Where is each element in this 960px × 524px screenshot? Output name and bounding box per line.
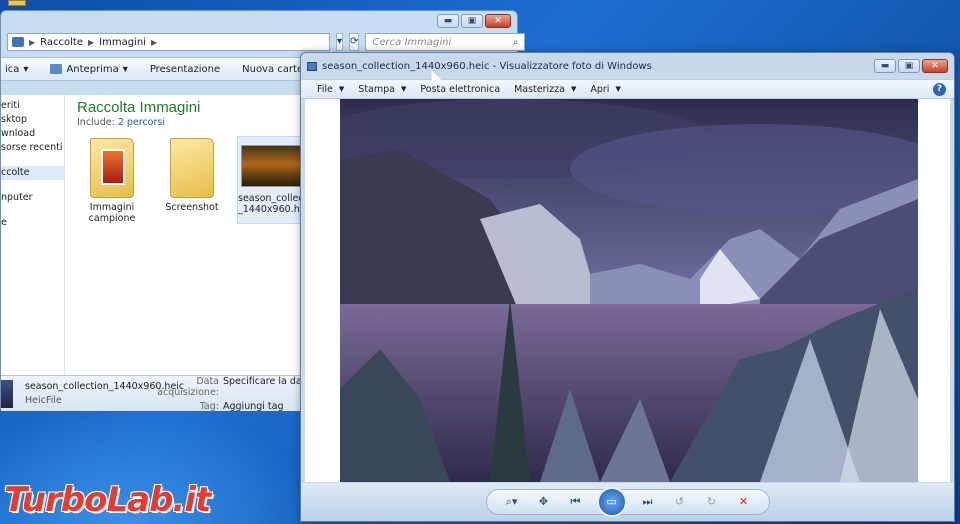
address-bar[interactable]: ▶ Raccolte ▶ Immagini ▶ [7, 33, 330, 51]
maximize-icon[interactable]: ▣ [898, 59, 920, 73]
image-thumbnail [241, 145, 303, 187]
toolbar-preview[interactable]: Anteprima ▾ [50, 63, 128, 75]
menu-burn[interactable]: Masterizza ▼ [514, 84, 576, 95]
chevron-down-icon: ▾ [23, 63, 29, 75]
search-placeholder: Cerca Immagini [372, 36, 452, 48]
previous-icon[interactable]: ⏮ [565, 493, 587, 511]
date-label: Data acquisizione: [157, 375, 219, 398]
folder-icon [90, 138, 134, 198]
delete-icon[interactable]: ✕ [733, 493, 755, 511]
navigation-pane: eriti sktop wnload sorse recenti ccolte … [1, 95, 65, 375]
zoom-icon[interactable]: ⌕▾ [501, 493, 523, 511]
nav-item-recent[interactable]: sorse recenti [1, 141, 64, 155]
search-input[interactable]: Cerca Immagini ⌕ [365, 33, 526, 51]
viewer-menubar: File ▼ Stampa ▼ Posta elettronica Masteriz… [301, 79, 954, 99]
watermark-logo: TurboLab.it [4, 480, 211, 520]
menu-burn-label: Masterizza [514, 83, 565, 95]
details-file: season_collection_1440x960.heic HeicFile [25, 381, 185, 406]
chevron-down-icon: ▼ [338, 85, 345, 93]
include-link[interactable]: 2 percorsi [118, 117, 165, 128]
breadcrumb-separator[interactable]: ▶ [88, 38, 94, 47]
chevron-down-icon: ▼ [400, 85, 407, 93]
file-label: Immagini campione [88, 202, 136, 224]
viewer-canvas [305, 99, 950, 482]
photo-viewer-icon [307, 61, 317, 71]
rotate-left-icon[interactable]: ↺ [669, 493, 691, 511]
menu-email-label: Posta elettronica [420, 83, 501, 95]
file-item-heic[interactable]: season_collection _1440x960.heic [237, 136, 322, 224]
folder-icon [170, 138, 214, 198]
desktop-folder-icon[interactable] [8, 0, 26, 6]
file-item-sample-pictures[interactable]: Immagini campione [77, 136, 147, 224]
preview-icon [50, 64, 63, 74]
breadcrumb-immagini[interactable]: Immagini [99, 37, 146, 48]
details-thumbnail [1, 379, 13, 408]
close-icon[interactable]: ✕ [485, 14, 511, 28]
chevron-down-icon: ▼ [570, 85, 577, 93]
menu-email[interactable]: Posta elettronica [420, 84, 500, 95]
tag-label: Tag: [199, 400, 219, 412]
displayed-photo [340, 99, 918, 482]
slideshow-icon[interactable]: ▭ [596, 487, 627, 517]
landscape-image [340, 99, 918, 482]
menu-file[interactable]: File ▼ [317, 84, 344, 95]
refresh-icon[interactable]: ⟳ [349, 33, 360, 51]
help-icon[interactable]: ? [933, 83, 946, 96]
toolbar-organize[interactable]: ica ▾ [5, 64, 28, 75]
rotate-right-icon[interactable]: ↻ [701, 493, 723, 511]
menu-print[interactable]: Stampa ▼ [358, 84, 406, 95]
minimize-icon[interactable]: ▬ [874, 59, 896, 73]
minimize-icon[interactable]: ▬ [437, 14, 459, 28]
viewer-caption-buttons: ▬ ▣ ✕ [874, 59, 948, 73]
address-row: ▶ Raccolte ▶ Immagini ▶ ▾ ⟳ Cerca Immagi… [1, 31, 526, 53]
toolbar-slideshow[interactable]: Presentazione [150, 64, 220, 75]
nav-item-favorites[interactable]: eriti [1, 99, 64, 113]
details-filetype: HeicFile [25, 395, 62, 406]
close-icon[interactable]: ✕ [922, 59, 948, 73]
window-title: season_collection_1440x960.heic - Visual… [322, 60, 652, 72]
breadcrumb-separator[interactable]: ▶ [151, 38, 157, 47]
include-label: Include: [77, 117, 115, 128]
slideshow-label: Presentazione [149, 63, 221, 75]
nav-item-network[interactable]: e [1, 216, 64, 230]
viewer-titlebar[interactable]: season_collection_1440x960.heic - Visual… [301, 53, 954, 79]
menu-print-label: Stampa [358, 83, 395, 95]
maximize-icon[interactable]: ▣ [461, 14, 483, 28]
nav-item-download[interactable]: wnload [1, 127, 64, 141]
actual-size-icon[interactable]: ✥ [533, 493, 555, 511]
details-filename: season_collection_1440x960.heic [25, 381, 185, 392]
search-icon: ⌕ [512, 36, 519, 48]
nav-item-computer[interactable]: nputer [1, 191, 64, 205]
chevron-down-icon: ▼ [615, 85, 621, 93]
viewer-control-group: ⌕▾ ✥ ⏮ ▭ ⏭ ↺ ↻ ✕ [485, 487, 770, 517]
address-dropdown-icon[interactable]: ▾ [336, 33, 344, 51]
menu-file-label: File [317, 83, 333, 95]
next-icon[interactable]: ⏭ [637, 493, 659, 511]
file-item-screenshot[interactable]: Screenshot [157, 136, 227, 224]
library-icon [12, 37, 24, 47]
chevron-down-icon: ▾ [122, 63, 128, 75]
explorer-caption-buttons: ▬ ▣ ✕ [1, 11, 517, 31]
viewer-controls: ⌕▾ ✥ ⏮ ▭ ⏭ ↺ ↻ ✕ [301, 483, 954, 521]
nav-item-desktop[interactable]: sktop [1, 113, 64, 127]
preview-label: Anteprima [66, 63, 119, 75]
file-label: Screenshot [165, 202, 219, 213]
menu-open-label: Apri [590, 83, 610, 95]
photo-viewer-window: season_collection_1440x960.heic - Visual… [300, 52, 955, 522]
nav-item-libraries[interactable]: ccolte [1, 166, 64, 180]
menu-open[interactable]: Apri ▼ [590, 84, 620, 95]
breadcrumb-separator[interactable]: ▶ [29, 38, 35, 47]
breadcrumb-raccolte[interactable]: Raccolte [40, 37, 83, 48]
organize-label: ica [5, 63, 20, 75]
